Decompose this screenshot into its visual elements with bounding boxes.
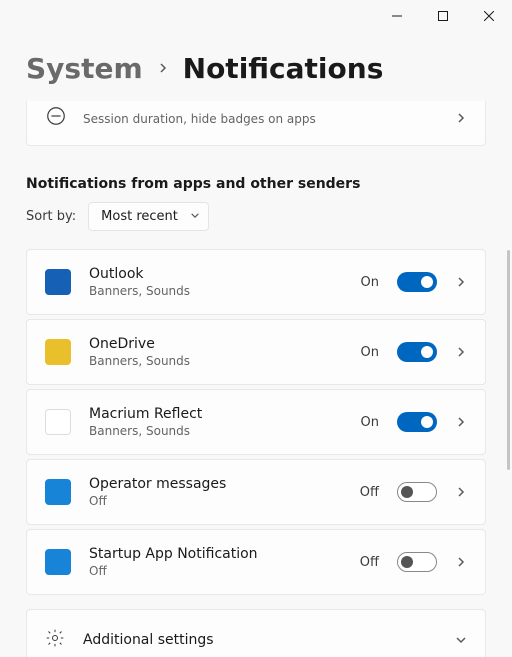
maximize-icon: [438, 11, 448, 21]
toggle-state-text: Off: [360, 555, 379, 570]
app-title: Macrium Reflect: [89, 406, 343, 422]
minimize-icon: [392, 11, 402, 21]
chevron-right-icon: [455, 483, 467, 502]
app-title: Startup App Notification: [89, 546, 342, 562]
chevron-right-icon: [455, 109, 467, 128]
maximize-button[interactable]: [420, 0, 466, 32]
toggle-knob: [401, 486, 413, 498]
chevron-right-icon: [455, 273, 467, 292]
app-title: Operator messages: [89, 476, 342, 492]
app-row[interactable]: Operator messages Off Off: [26, 459, 486, 525]
app-texts: Operator messages Off: [89, 476, 342, 508]
app-subtitle: Banners, Sounds: [89, 424, 343, 438]
toggle-state-text: On: [361, 275, 379, 290]
chevron-right-icon: [157, 59, 169, 78]
chevron-right-icon: [455, 343, 467, 362]
scrollbar-thumb[interactable]: [507, 250, 510, 470]
minimize-button[interactable]: [374, 0, 420, 32]
app-row[interactable]: Outlook Banners, Sounds On: [26, 249, 486, 315]
chevron-down-icon: [190, 209, 200, 224]
do-not-disturb-card[interactable]: Session duration, hide badges on apps: [26, 101, 486, 146]
app-row[interactable]: OneDrive Banners, Sounds On: [26, 319, 486, 385]
notifications-toggle[interactable]: [397, 342, 437, 362]
sort-row: Sort by: Most recent: [26, 202, 486, 231]
page-title: Notifications: [183, 52, 384, 85]
content-area: Session duration, hide badges on apps No…: [0, 101, 512, 657]
sort-label: Sort by:: [26, 209, 76, 224]
app-subtitle: Off: [89, 494, 342, 508]
app-texts: Macrium Reflect Banners, Sounds: [89, 406, 343, 438]
app-row[interactable]: Startup App Notification Off Off: [26, 529, 486, 595]
app-texts: Outlook Banners, Sounds: [89, 266, 343, 298]
additional-settings-row[interactable]: Additional settings: [26, 609, 486, 657]
card-texts: Session duration, hide badges on apps: [83, 110, 439, 126]
app-title: OneDrive: [89, 336, 343, 352]
app-icon: [45, 409, 71, 435]
toggle-knob: [421, 416, 433, 428]
toggle-knob: [401, 556, 413, 568]
breadcrumb-parent[interactable]: System: [26, 52, 143, 85]
app-subtitle: Banners, Sounds: [89, 354, 343, 368]
window-controls: [374, 0, 512, 32]
app-icon: [45, 479, 71, 505]
toggle-state-text: Off: [360, 485, 379, 500]
app-texts: Startup App Notification Off: [89, 546, 342, 578]
card-subtitle: Session duration, hide badges on apps: [83, 112, 439, 126]
app-subtitle: Banners, Sounds: [89, 284, 343, 298]
chevron-down-icon: [455, 631, 467, 650]
toggle-knob: [421, 276, 433, 288]
app-row[interactable]: Macrium Reflect Banners, Sounds On: [26, 389, 486, 455]
app-icon: [45, 269, 71, 295]
apps-list: Outlook Banners, Sounds On OneDrive Banners,…: [26, 249, 486, 595]
toggle-knob: [421, 346, 433, 358]
app-icon: [45, 339, 71, 365]
chevron-right-icon: [455, 553, 467, 572]
chevron-right-icon: [455, 413, 467, 432]
close-icon: [484, 11, 494, 21]
notifications-toggle[interactable]: [397, 272, 437, 292]
sort-dropdown[interactable]: Most recent: [88, 202, 209, 231]
sort-value: Most recent: [101, 209, 178, 224]
toggle-state-text: On: [361, 415, 379, 430]
notifications-toggle[interactable]: [397, 482, 437, 502]
close-button[interactable]: [466, 0, 512, 32]
app-texts: OneDrive Banners, Sounds: [89, 336, 343, 368]
toggle-state-text: On: [361, 345, 379, 360]
section-label: Notifications from apps and other sender…: [26, 176, 486, 192]
app-subtitle: Off: [89, 564, 342, 578]
do-not-disturb-icon: [45, 105, 67, 131]
app-title: Outlook: [89, 266, 343, 282]
additional-settings-label: Additional settings: [83, 632, 437, 648]
app-icon: [45, 549, 71, 575]
notifications-toggle[interactable]: [397, 552, 437, 572]
gear-icon: [45, 628, 65, 652]
notifications-toggle[interactable]: [397, 412, 437, 432]
